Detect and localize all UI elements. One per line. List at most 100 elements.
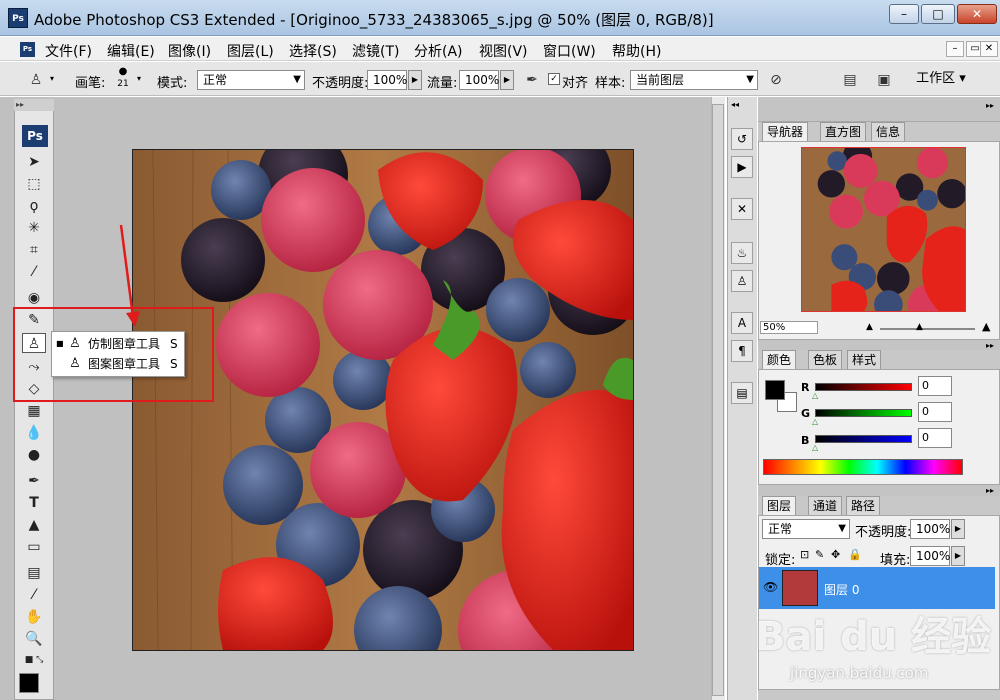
lock-position-icon[interactable]: ✥ (831, 548, 840, 561)
tab-swatches[interactable]: 色板 (808, 350, 843, 369)
menu-layer[interactable]: 图层(L) (227, 41, 274, 61)
notes-tool-icon[interactable]: ▤ (22, 563, 46, 583)
menu-select[interactable]: 选择(S) (289, 41, 337, 61)
brush-dropdown-arrow[interactable]: ▾ (137, 74, 141, 83)
tab-info[interactable]: 信息 (871, 122, 906, 141)
opacity-input[interactable]: 100% (367, 70, 407, 90)
layer-opacity-input[interactable]: 100% (910, 519, 950, 539)
tab-channels[interactable]: 通道 (808, 496, 843, 515)
gradient-tool-icon[interactable]: ▦ (22, 401, 46, 421)
sample-select[interactable]: 当前图层 ▼ (630, 70, 758, 90)
fill-input[interactable]: 100% (910, 546, 950, 566)
tab-color[interactable]: 颜色 (762, 350, 797, 369)
navigator-zoom-input[interactable]: 50% (760, 321, 818, 334)
crop-tool-icon[interactable]: ⌗ (22, 240, 46, 260)
document-minimize-button[interactable]: – (946, 41, 964, 57)
maximize-button[interactable]: □ (921, 4, 955, 24)
layer-opacity-slider-button[interactable]: ▶ (951, 519, 965, 539)
move-tool-icon[interactable]: ➤ (22, 152, 46, 172)
tab-navigator[interactable]: 导航器 (762, 122, 809, 141)
opacity-slider-button[interactable]: ▶ (408, 70, 422, 90)
rectangle-tool-icon[interactable]: ▭ (22, 537, 46, 557)
tool-presets-icon[interactable]: ✕ (731, 198, 753, 220)
eyedropper-tool-icon[interactable]: ⁄ (22, 585, 46, 605)
eye-icon[interactable]: 👁 (763, 580, 778, 594)
tab-layers[interactable]: 图层 (762, 496, 797, 515)
collapse-icon[interactable]: ▸▸ (986, 101, 994, 110)
menu-filter[interactable]: 滤镜(T) (352, 41, 399, 61)
magic-wand-tool-icon[interactable]: ✳ (22, 218, 46, 238)
airbrush-icon[interactable]: ✒ (522, 70, 542, 90)
fill-slider-button[interactable]: ▶ (951, 546, 965, 566)
ignore-adjustment-layers-icon[interactable]: ⊘ (766, 70, 786, 90)
pen-tool-icon[interactable]: ✒ (22, 471, 46, 491)
zoom-in-icon[interactable]: ▲ (982, 320, 990, 333)
menu-view[interactable]: 视图(V) (479, 41, 528, 61)
toolbox-grip[interactable]: ▸▸ (14, 99, 54, 111)
tab-styles[interactable]: 样式 (847, 350, 882, 369)
channel-r-thumb[interactable]: △ (812, 391, 818, 400)
lock-transparent-icon[interactable]: ⊡ (800, 548, 809, 561)
preset-dropdown-arrow[interactable]: ▾ (50, 74, 54, 83)
collapse-icon[interactable]: ▸▸ (986, 341, 994, 350)
layer-name[interactable]: 图层 0 (824, 581, 859, 598)
zoom-tool-icon[interactable]: 🔍 (22, 629, 46, 649)
aligned-checkbox[interactable]: ✓ (548, 73, 560, 85)
dodge-tool-icon[interactable]: ● (22, 445, 46, 465)
lasso-tool-icon[interactable]: ϙ (22, 196, 46, 216)
palette-well-icon[interactable]: ▤ (840, 70, 860, 90)
tab-paths[interactable]: 路径 (846, 496, 881, 515)
channel-b-thumb[interactable]: △ (812, 443, 818, 452)
layer-comps-icon[interactable]: ▤ (731, 382, 753, 404)
navigator-panel-grip[interactable]: ▸▸ (758, 97, 1000, 122)
blend-mode-select[interactable]: 正常 ▼ (762, 519, 850, 539)
workspace-menu[interactable]: 工作区 ▾ (906, 68, 976, 90)
brush-picker[interactable]: ● 21 (112, 66, 134, 92)
clone-source-icon[interactable]: ♙ (731, 270, 753, 292)
marquee-tool-icon[interactable]: ⬚ (22, 174, 46, 194)
brushes-panel-icon[interactable]: ♨ (731, 242, 753, 264)
menu-image[interactable]: 图像(I) (168, 41, 211, 61)
scrollbar-thumb[interactable] (712, 104, 724, 696)
zoom-slider-track[interactable] (880, 328, 975, 330)
menu-edit[interactable]: 编辑(E) (107, 41, 155, 61)
swap-colors-icon[interactable]: ■ ⤡ (22, 653, 46, 667)
menu-help[interactable]: 帮助(H) (612, 41, 661, 61)
zoom-out-icon[interactable]: ▲ (866, 322, 873, 332)
collapse-icon[interactable]: ▸▸ (986, 486, 994, 495)
close-button[interactable]: ✕ (957, 4, 997, 24)
path-selection-tool-icon[interactable]: ▲ (22, 515, 46, 535)
lock-image-icon[interactable]: ✎ (815, 548, 824, 561)
bridge-icon[interactable]: ▣ (874, 70, 894, 90)
foreground-color-swatch[interactable] (19, 673, 39, 693)
clone-stamp-preset-icon[interactable]: ♙ (26, 70, 46, 90)
channel-b-slider[interactable] (815, 435, 912, 443)
blur-tool-icon[interactable]: 💧 (22, 423, 46, 443)
channel-g-thumb[interactable]: △ (812, 417, 818, 426)
slice-tool-icon[interactable]: ⁄ (22, 262, 46, 282)
dock-grip[interactable]: ◂◂ (731, 100, 739, 109)
channel-r-slider[interactable] (815, 383, 912, 391)
flow-input[interactable]: 100% (459, 70, 499, 90)
hand-tool-icon[interactable]: ✋ (22, 607, 46, 627)
channel-b-input[interactable]: 0 (918, 428, 952, 448)
character-panel-icon[interactable]: A (731, 312, 753, 334)
color-spectrum-ramp[interactable] (763, 459, 963, 475)
paragraph-panel-icon[interactable]: ¶ (731, 340, 753, 362)
tab-histogram[interactable]: 直方图 (820, 122, 867, 141)
channel-g-slider[interactable] (815, 409, 912, 417)
flow-slider-button[interactable]: ▶ (500, 70, 514, 90)
type-tool-icon[interactable]: T (22, 493, 46, 513)
menu-window[interactable]: 窗口(W) (543, 41, 596, 61)
foreground-color-swatch-panel[interactable] (765, 380, 785, 400)
menu-analysis[interactable]: 分析(A) (414, 41, 463, 61)
lock-all-icon[interactable]: 🔒 (848, 548, 862, 561)
channel-g-input[interactable]: 0 (918, 402, 952, 422)
actions-panel-icon[interactable]: ▶ (731, 156, 753, 178)
zoom-slider-thumb[interactable]: ▲ (916, 322, 923, 332)
minimize-button[interactable]: – (889, 4, 919, 24)
document-close-button[interactable]: ✕ (980, 41, 998, 57)
menu-file[interactable]: 文件(F) (45, 41, 92, 61)
healing-brush-tool-icon[interactable]: ◉ (22, 288, 46, 308)
history-panel-icon[interactable]: ↺ (731, 128, 753, 150)
